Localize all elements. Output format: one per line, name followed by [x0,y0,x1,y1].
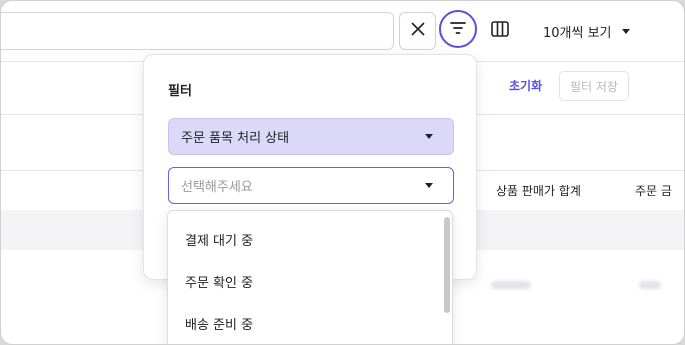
search-input[interactable] [1,12,394,50]
chevron-down-icon [425,134,433,139]
dropdown-option[interactable]: 결제 대기 중 [185,230,253,249]
columns-icon [491,21,509,41]
save-filter-button[interactable]: 필터 저장 [559,71,629,101]
dropdown-scrollbar[interactable] [444,217,450,313]
popover-title: 필터 [168,84,192,99]
column-header: 주문 금 [635,184,672,198]
filter-button[interactable] [439,10,477,48]
blurred-cell [491,281,531,289]
close-icon [410,21,426,41]
dropdown-option[interactable]: 주문 확인 중 [185,272,253,291]
page-size-label: 10개씩 보기 [543,25,612,41]
filter-value-placeholder: 선택해주세요 [181,180,253,195]
chevron-down-icon [425,183,433,188]
dropdown-option[interactable]: 배송 준비 중 [185,314,253,333]
page-size-select[interactable]: 10개씩 보기 [543,21,630,41]
chevron-down-icon [621,28,630,34]
filter-value-dropdown: 결제 대기 중 주문 확인 중 배송 준비 중 [167,210,453,344]
filter-field-label: 주문 품목 처리 상태 [181,131,290,146]
app-frame: 10개씩 보기 초기화 필터 저장 상품 판매가 합계 주문 금 필터 주문 품… [0,0,685,345]
columns-button[interactable] [485,16,515,46]
blurred-cell [639,281,661,289]
column-header: 상품 판매가 합계 [496,184,581,198]
reset-button[interactable]: 초기화 [509,77,542,94]
clear-search-button[interactable] [399,12,436,50]
filter-icon [450,20,466,39]
filter-field-select[interactable]: 주문 품목 처리 상태 [168,118,454,155]
filter-value-select[interactable]: 선택해주세요 [168,167,454,204]
